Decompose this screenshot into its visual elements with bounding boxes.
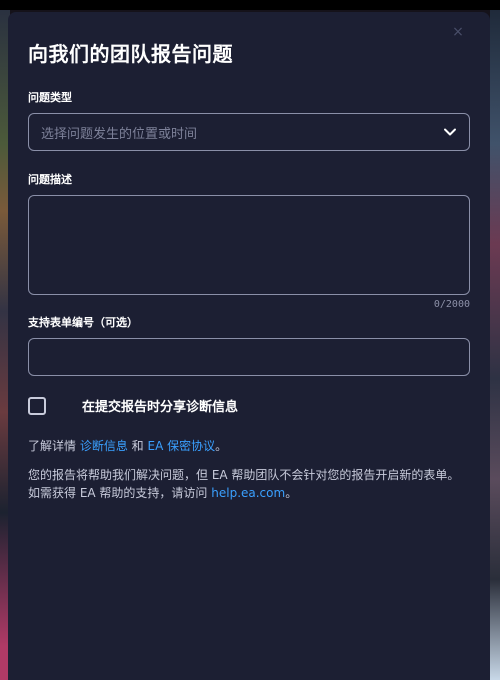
ticket-number-input[interactable] <box>28 338 470 376</box>
learn-more-text: 了解详情 诊断信息 和 EA 保密协议。 <box>28 437 470 454</box>
issue-type-select[interactable]: 选择问题发生的位置或时间 <box>28 113 470 151</box>
help-ea-link[interactable]: help.ea.com <box>211 486 285 500</box>
learn-more-middle: 和 <box>127 439 148 453</box>
share-diagnostics-checkbox[interactable] <box>28 396 46 415</box>
description-char-count: 0/2000 <box>433 299 470 310</box>
background-top-bar <box>0 0 500 10</box>
help-note: 您的报告将帮助我们解决问题，但 EA 帮助团队不会针对您的报告开启新的表单。 如… <box>28 466 470 502</box>
close-button[interactable]: × <box>450 24 466 40</box>
chevron-down-icon <box>444 128 456 136</box>
ticket-number-label: 支持表单编号（可选） <box>28 316 138 329</box>
description-label: 问题描述 <box>28 173 72 186</box>
diagnostics-info-link[interactable]: 诊断信息 <box>80 439 128 453</box>
learn-more-suffix: 。 <box>215 439 228 453</box>
background-right-strip <box>490 10 500 680</box>
ea-privacy-link[interactable]: EA 保密协议 <box>147 439 215 453</box>
issue-type-label: 问题类型 <box>28 91 72 104</box>
description-textarea[interactable] <box>28 195 470 295</box>
issue-type-placeholder: 选择问题发生的位置或时间 <box>41 126 198 142</box>
close-icon: × <box>452 24 464 40</box>
help-note-suffix: 。 <box>285 486 298 500</box>
share-diagnostics-label: 在提交报告时分享诊断信息 <box>82 400 239 415</box>
share-diagnostics-row: 在提交报告时分享诊断信息 <box>28 396 470 415</box>
dialog-title: 向我们的团队报告问题 <box>28 42 233 66</box>
report-issue-dialog: × 向我们的团队报告问题 问题类型 选择问题发生的位置或时间 问题描述 0/20… <box>8 12 490 680</box>
learn-more-prefix: 了解详情 <box>28 439 80 453</box>
